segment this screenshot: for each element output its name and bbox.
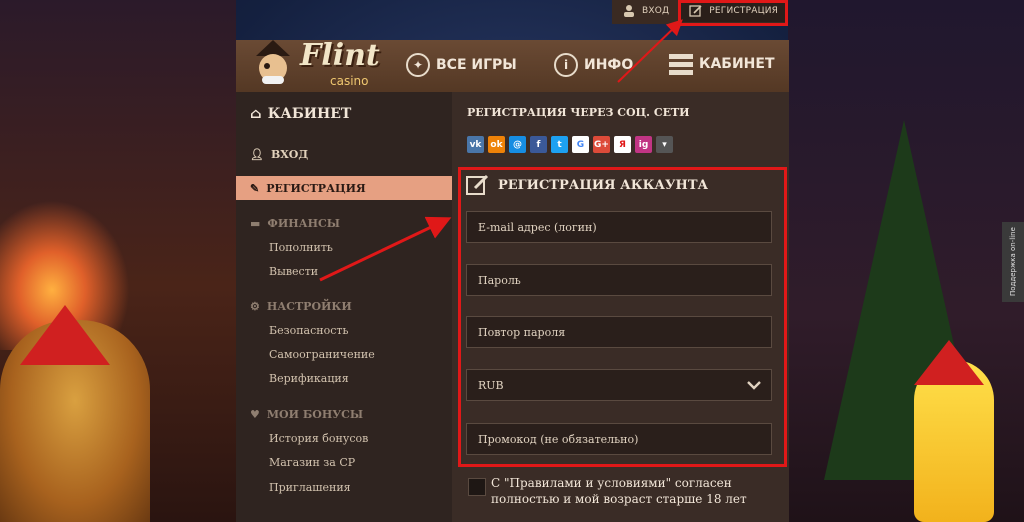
password-repeat-placeholder: Повтор пароля xyxy=(478,325,566,339)
promo-code-field[interactable]: Промокод (не обязательно) xyxy=(466,423,772,455)
email-field[interactable]: E-mail адрес (логин) xyxy=(466,211,772,243)
odnoklassniki-icon[interactable]: ok xyxy=(488,136,505,153)
heart-icon: ♥ xyxy=(250,408,260,421)
promo-placeholder: Промокод (не обязательно) xyxy=(478,432,639,446)
cabinet-sidebar: ⌂ КАБИНЕТ 👤︎ ВХОД ✎ РЕГИСТРАЦИЯ ▬ ФИНАНС… xyxy=(236,92,452,522)
sidebar-item-deposit[interactable]: Пополнить xyxy=(269,241,333,254)
gear-icon: ⚙ xyxy=(250,300,260,313)
sidebar-item-register[interactable]: ✎ РЕГИСТРАЦИЯ xyxy=(236,176,452,200)
sidebar-title: ⌂ КАБИНЕТ xyxy=(250,106,351,122)
sidebar-item-security[interactable]: Безопасность xyxy=(269,324,348,337)
sidebar-item-verification[interactable]: Верификация xyxy=(269,372,349,385)
nav-cabinet[interactable]: КАБИНЕТ xyxy=(669,53,775,75)
sidebar-group-bonuses: ♥ МОИ БОНУСЫ xyxy=(250,408,363,421)
edit-icon: ✎ xyxy=(250,181,260,195)
sidebar-item-label: РЕГИСТРАЦИЯ xyxy=(266,181,366,195)
pirate-mascot-icon xyxy=(256,40,290,84)
more-socials-icon[interactable]: ▾ xyxy=(656,136,673,153)
terms-agreement-text: С "Правилами и условиями" согласен полно… xyxy=(491,476,747,506)
nav-all-games-label: ВСЕ ИГРЫ xyxy=(436,57,517,73)
sidebar-title-label: КАБИНЕТ xyxy=(267,106,352,122)
sidebar-group-settings: ⚙ НАСТРОЙКИ xyxy=(250,300,352,313)
sidebar-group-label: НАСТРОЙКИ xyxy=(266,300,352,313)
chip-icon: ✦ xyxy=(406,53,430,77)
password-field[interactable]: Пароль xyxy=(466,264,772,296)
social-login-title: РЕГИСТРАЦИЯ ЧЕРЕЗ СОЦ. СЕТИ xyxy=(467,106,690,119)
sidebar-item-withdraw[interactable]: Вывести xyxy=(269,265,318,278)
registration-form-title-label: РЕГИСТРАЦИЯ АККАУНТА xyxy=(498,177,709,193)
user-icon xyxy=(624,5,634,17)
register-highlight-box xyxy=(678,0,788,26)
online-support-tab[interactable]: Поддержка on-line xyxy=(1002,222,1024,302)
sidebar-item-bonus-history[interactable]: История бонусов xyxy=(269,432,368,445)
registration-form-title: РЕГИСТРАЦИЯ АККАУНТА xyxy=(466,174,708,196)
social-buttons: vk ok @ f t G G+ Я ig ▾ xyxy=(467,136,673,153)
santa-hat-right xyxy=(914,340,984,385)
logo-subtitle: casino xyxy=(330,74,369,88)
facebook-icon[interactable]: f xyxy=(530,136,547,153)
top-login-button[interactable]: ВХОД xyxy=(612,0,679,22)
info-icon: i xyxy=(554,53,578,77)
menu-icon xyxy=(669,54,693,75)
sidebar-item-self-limit[interactable]: Самоограничение xyxy=(269,348,375,361)
currency-select[interactable]: RUB xyxy=(466,369,772,401)
google-icon[interactable]: G xyxy=(572,136,589,153)
email-placeholder: E-mail адрес (логин) xyxy=(478,220,597,234)
sidebar-item-login[interactable]: 👤︎ ВХОД xyxy=(236,142,452,166)
home-icon: ⌂ xyxy=(250,106,262,122)
wallet-icon: ▬ xyxy=(250,217,261,230)
santa-hat-left xyxy=(20,305,110,365)
nav-info-label: ИНФО xyxy=(584,57,634,73)
vk-icon[interactable]: vk xyxy=(467,136,484,153)
yandex-icon[interactable]: Я xyxy=(614,136,631,153)
password-placeholder: Пароль xyxy=(478,273,521,287)
sidebar-item-label: ВХОД xyxy=(270,147,309,161)
google-plus-icon[interactable]: G+ xyxy=(593,136,610,153)
twitter-icon[interactable]: t xyxy=(551,136,568,153)
terms-checkbox[interactable] xyxy=(468,478,486,496)
edit-icon xyxy=(466,174,489,195)
user-icon: 👤︎ xyxy=(250,147,264,161)
nav-cabinet-label: КАБИНЕТ xyxy=(699,56,775,72)
logo-wordmark: Flint xyxy=(300,38,380,73)
sidebar-item-cp-shop[interactable]: Магазин за СР xyxy=(269,456,355,469)
sidebar-group-label: ФИНАНСЫ xyxy=(267,217,340,230)
sidebar-group-finance: ▬ ФИНАНСЫ xyxy=(250,217,340,230)
chevron-down-icon xyxy=(747,380,761,390)
top-login-label: ВХОД xyxy=(642,6,670,16)
flint-logo[interactable]: Flint casino xyxy=(248,36,388,96)
sidebar-item-invites[interactable]: Приглашения xyxy=(269,481,351,494)
nav-info[interactable]: i ИНФО xyxy=(554,53,633,77)
instagram-icon[interactable]: ig xyxy=(635,136,652,153)
password-repeat-field[interactable]: Повтор пароля xyxy=(466,316,772,348)
sidebar-group-label: МОИ БОНУСЫ xyxy=(266,408,364,421)
site-header: Flint casino ✦ ВСЕ ИГРЫ i ИНФО КАБИНЕТ xyxy=(236,38,789,95)
nav-all-games[interactable]: ✦ ВСЕ ИГРЫ xyxy=(406,53,517,77)
mailru-icon[interactable]: @ xyxy=(509,136,526,153)
currency-value: RUB xyxy=(478,378,504,392)
